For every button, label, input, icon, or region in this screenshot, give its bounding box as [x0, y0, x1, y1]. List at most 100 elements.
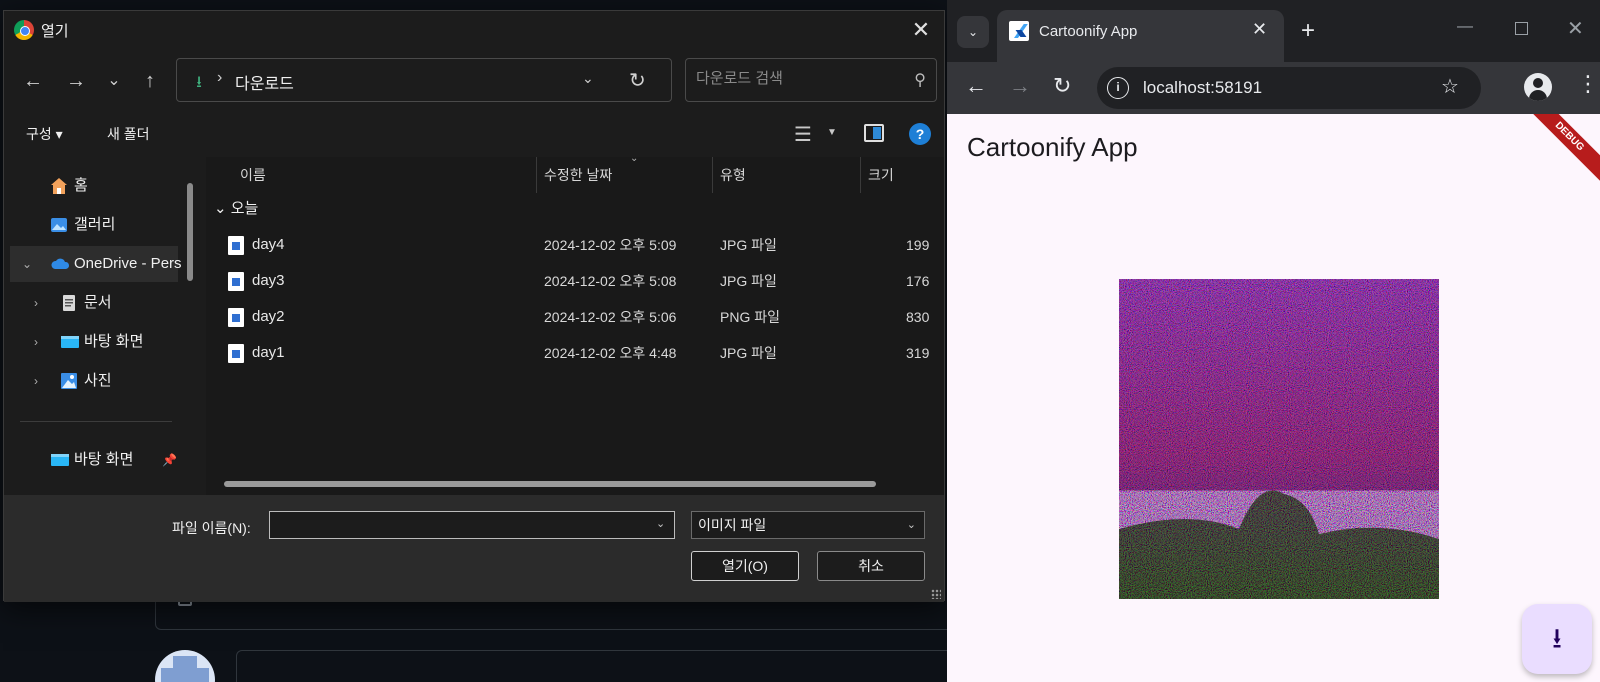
- sidebar-item-home[interactable]: 홈: [4, 168, 184, 204]
- dialog-navbar: ← → ⌄ ↑ ⭳ › 다운로드 ⌄ ↻ ⚲: [4, 49, 944, 111]
- column-divider[interactable]: [860, 157, 861, 193]
- resize-grip-icon[interactable]: [931, 589, 941, 599]
- page-title: Cartoonify App: [967, 132, 1138, 162]
- browser-toolbar: ← → ↻ i localhost:58191 ☆ ⋮: [947, 62, 1600, 114]
- tab-close-button[interactable]: ✕: [1252, 19, 1267, 40]
- browser-forward-button[interactable]: →: [1009, 73, 1031, 99]
- browser-back-button[interactable]: ←: [965, 73, 987, 99]
- help-icon[interactable]: ?: [909, 123, 931, 145]
- sidebar-item-onedrive[interactable]: ⌄ OneDrive - Pers: [10, 246, 182, 282]
- reload-button[interactable]: ↻: [1053, 73, 1071, 99]
- search-icon[interactable]: ⚲: [914, 70, 926, 90]
- maximize-button[interactable]: [1515, 22, 1528, 35]
- horizontal-scrollbar[interactable]: [224, 481, 876, 487]
- column-header-name[interactable]: 이름: [240, 157, 266, 193]
- download-icon: ⭳: [196, 74, 202, 91]
- minimize-button[interactable]: —: [1457, 18, 1473, 36]
- sort-indicator-icon: ⌄: [630, 157, 639, 164]
- dialog-toolbar: 구성 ▾ 새 폴더 ☰ ▼ ?: [4, 111, 944, 157]
- dialog-titlebar[interactable]: 열기 ✕: [4, 11, 944, 49]
- dialog-footer: 파일 이름(N): ⌄ 이미지 파일 ⌄ 열기(O) 취소: [4, 495, 944, 602]
- profile-avatar-icon[interactable]: [1524, 73, 1552, 101]
- sidebar-item-desktop-pinned[interactable]: 바탕 화면 📌: [4, 442, 184, 478]
- upload-button[interactable]: ⭳: [1522, 604, 1592, 674]
- tab-title: Cartoonify App: [1039, 23, 1138, 40]
- pictures-icon: [61, 373, 77, 389]
- filename-input[interactable]: [269, 511, 675, 539]
- organize-button[interactable]: 구성 ▾: [26, 124, 63, 144]
- search-input[interactable]: [696, 70, 896, 87]
- column-divider[interactable]: [712, 157, 713, 193]
- desktop-icon: [61, 336, 79, 348]
- pin-icon[interactable]: 📌: [162, 442, 177, 478]
- file-row[interactable]: day3 2024-12-02 오후 5:08 JPG 파일 176: [206, 263, 944, 299]
- tab-cartoonify[interactable]: Cartoonify App ✕: [997, 10, 1284, 62]
- sidebar-item-desktop[interactable]: › 바탕 화면: [4, 324, 184, 360]
- refresh-icon[interactable]: ↻: [629, 68, 646, 93]
- gallery-icon: [51, 218, 67, 232]
- window-close-button[interactable]: ✕: [1567, 16, 1584, 41]
- file-type: PNG 파일: [720, 309, 780, 325]
- column-header-size[interactable]: 크기: [868, 157, 894, 193]
- file-date: 2024-12-02 오후 5:08: [544, 273, 677, 289]
- image-file-icon: [228, 236, 244, 255]
- comment-box[interactable]: [236, 650, 956, 682]
- dialog-close-button[interactable]: ✕: [908, 17, 934, 43]
- new-tab-button[interactable]: +: [1301, 17, 1315, 45]
- file-row[interactable]: day4 2024-12-02 오후 5:09 JPG 파일 199: [206, 227, 944, 263]
- view-icon[interactable]: ☰: [794, 122, 812, 147]
- browser-menu-icon[interactable]: ⋮: [1577, 71, 1599, 97]
- preview-pane-icon[interactable]: [864, 124, 884, 142]
- tab-search-button[interactable]: ⌄: [957, 16, 989, 48]
- file-name: day4: [252, 236, 285, 253]
- filetype-select[interactable]: 이미지 파일 ⌄: [691, 511, 925, 539]
- filename-dropdown-icon[interactable]: ⌄: [656, 517, 665, 530]
- file-size: 199: [906, 237, 930, 253]
- home-icon: [51, 178, 67, 194]
- search-box[interactable]: ⚲: [685, 58, 937, 102]
- image-file-icon: [228, 344, 244, 363]
- sidebar-item-gallery[interactable]: 갤러리: [4, 207, 184, 243]
- breadcrumb-downloads[interactable]: 다운로드: [235, 70, 294, 94]
- chevron-right-icon[interactable]: ›: [34, 324, 38, 360]
- file-name: day1: [252, 344, 285, 361]
- file-row[interactable]: day1 2024-12-02 오후 4:48 JPG 파일 319: [206, 335, 944, 371]
- file-date: 2024-12-02 오후 5:06: [544, 309, 677, 325]
- column-header-type[interactable]: 유형: [720, 157, 746, 193]
- chevron-down-icon[interactable]: ⌄: [22, 246, 32, 282]
- new-folder-button[interactable]: 새 폴더: [107, 124, 150, 144]
- up-button[interactable]: ↑: [138, 69, 162, 93]
- view-dropdown-icon[interactable]: ▼: [827, 127, 837, 138]
- onedrive-icon: [51, 258, 70, 269]
- chevron-right-icon[interactable]: ›: [34, 363, 38, 399]
- url-text[interactable]: localhost:58191: [1143, 78, 1262, 98]
- forward-button[interactable]: →: [64, 69, 88, 93]
- cancel-button[interactable]: 취소: [817, 551, 925, 581]
- tab-strip: ⌄ Cartoonify App ✕ + — ✕: [947, 0, 1600, 62]
- group-header-today[interactable]: ⌄ 오늘: [214, 197, 258, 218]
- address-bar[interactable]: i localhost:58191 ☆: [1097, 67, 1481, 109]
- sidebar-scrollbar[interactable]: [187, 183, 193, 281]
- file-row[interactable]: day2 2024-12-02 오후 5:06 PNG 파일 830: [206, 299, 944, 335]
- address-bar[interactable]: ⭳ › 다운로드 ⌄ ↻: [176, 58, 672, 102]
- column-header-date[interactable]: 수정한 날짜: [544, 157, 612, 193]
- desktop-icon: [51, 454, 69, 466]
- sidebar-divider: [20, 421, 172, 422]
- sidebar-item-label: 바탕 화면: [74, 451, 134, 468]
- file-list: 이름 수정한 날짜 ⌄ 유형 크기 ⌄ 오늘 day4 2024-12-02 오…: [206, 157, 944, 495]
- chevron-right-icon[interactable]: ›: [34, 285, 38, 321]
- avatar[interactable]: [155, 650, 215, 682]
- site-info-icon[interactable]: i: [1107, 77, 1129, 99]
- back-button[interactable]: ←: [21, 69, 45, 93]
- browser-window: ⌄ Cartoonify App ✕ + — ✕ ← → ↻ i localho…: [947, 0, 1600, 682]
- sidebar-item-pictures[interactable]: › 사진: [4, 363, 184, 399]
- filename-label: 파일 이름(N):: [172, 520, 251, 536]
- column-divider[interactable]: [536, 157, 537, 193]
- bookmark-star-icon[interactable]: ☆: [1441, 74, 1459, 99]
- open-button[interactable]: 열기(O): [691, 551, 799, 581]
- sidebar-item-documents[interactable]: › 문서: [4, 285, 184, 321]
- file-type: JPG 파일: [720, 345, 777, 361]
- recent-locations-button[interactable]: ⌄: [102, 69, 126, 93]
- address-dropdown-icon[interactable]: ⌄: [582, 70, 594, 87]
- chevron-down-icon: ⌄: [906, 519, 916, 531]
